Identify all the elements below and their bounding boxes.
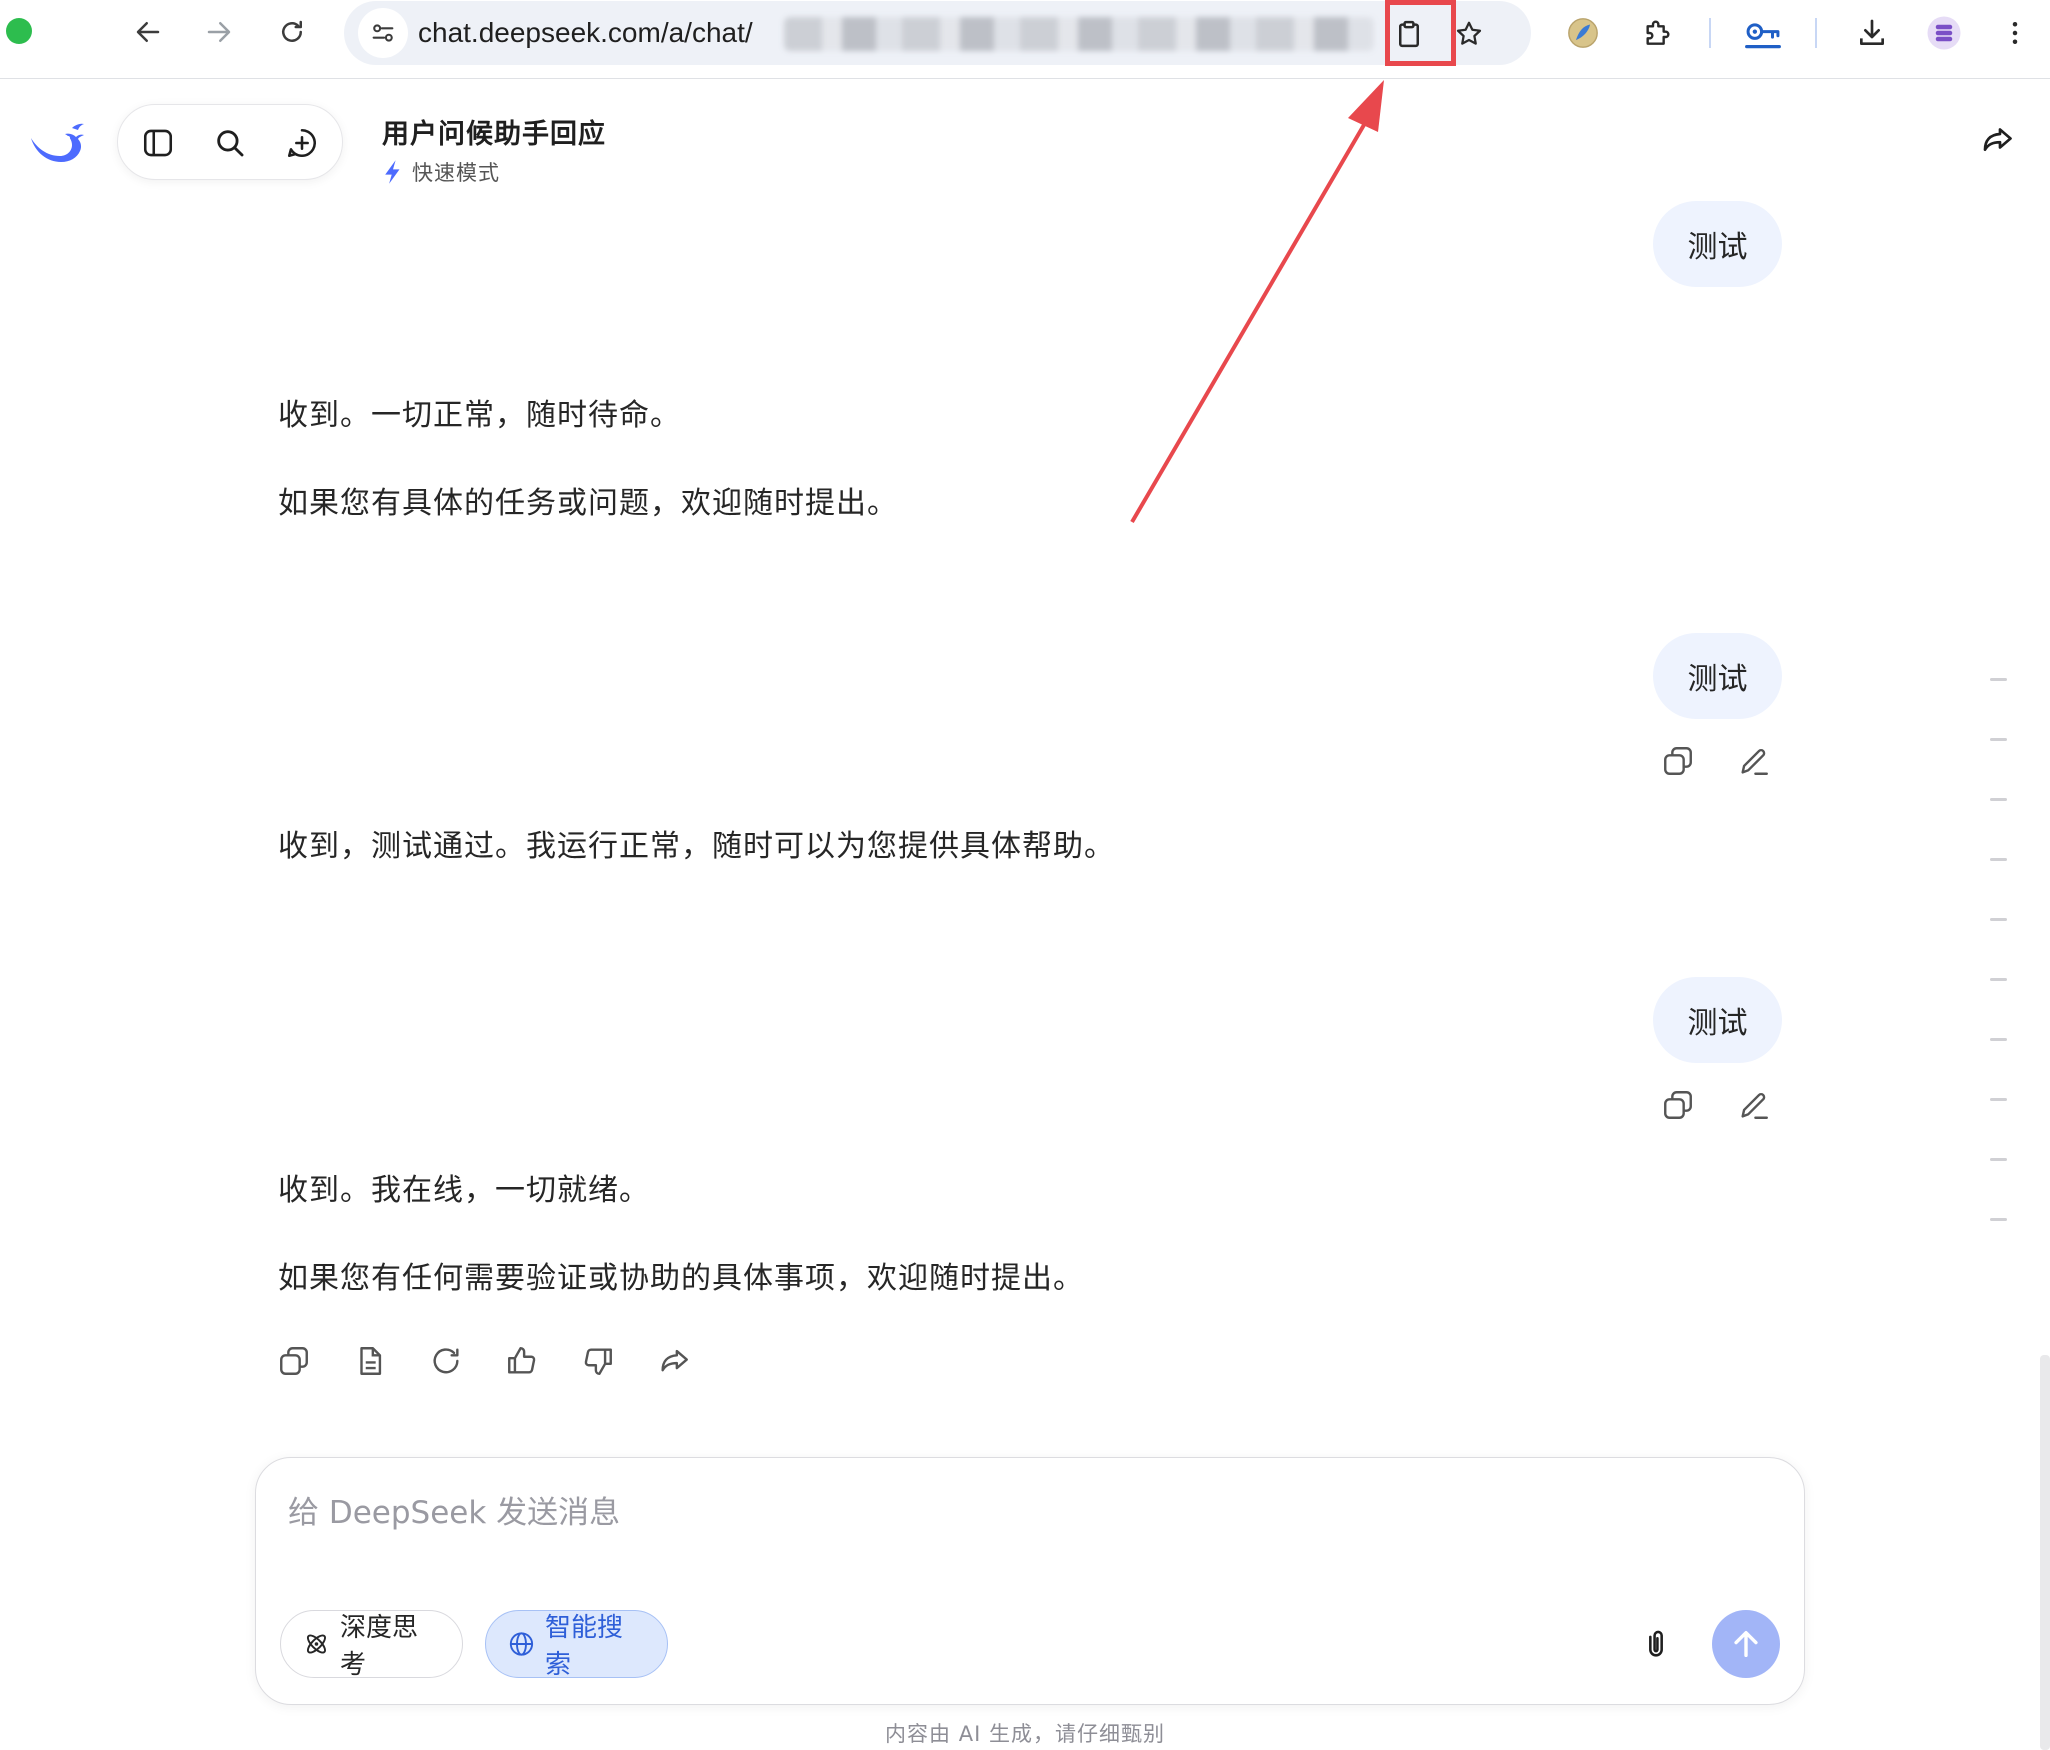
timeline-tick[interactable] xyxy=(1990,1218,2007,1221)
paperclip-icon xyxy=(1649,1630,1663,1657)
deepseek-logo[interactable] xyxy=(28,118,86,168)
timeline-tick[interactable] xyxy=(1990,1038,2007,1041)
edit-message-button[interactable] xyxy=(1732,1083,1776,1127)
password-manager-button[interactable] xyxy=(1738,9,1788,57)
deep-think-label: 深度思考 xyxy=(339,1613,418,1680)
timeline-tick[interactable] xyxy=(1990,978,2007,981)
atom-icon xyxy=(306,1634,326,1654)
message-input[interactable] xyxy=(288,1488,1688,1538)
ai-disclaimer: 内容由 AI 生成，请仔细甄别 xyxy=(885,1722,1165,1746)
share-response-button[interactable] xyxy=(652,1339,696,1383)
scrollbar[interactable] xyxy=(2040,1355,2050,1750)
annotation-highlight-box xyxy=(1385,0,1456,66)
assistant-message-line: 收到。一切正常，随时待命。 xyxy=(278,398,681,433)
reload-button[interactable] xyxy=(268,11,316,53)
edit-icon xyxy=(1741,749,1768,775)
lightning-icon xyxy=(385,160,400,184)
extension-button[interactable] xyxy=(1558,9,1608,57)
copy-icon xyxy=(1664,1091,1692,1119)
download-icon xyxy=(1860,19,1884,45)
url-text[interactable]: chat.deepseek.com/a/chat/ xyxy=(418,13,753,53)
tune-icon xyxy=(372,24,394,42)
site-info-button[interactable] xyxy=(358,8,408,58)
arrow-up-icon xyxy=(1734,1630,1758,1658)
blurred-url-segment xyxy=(784,17,1374,51)
dislike-button[interactable] xyxy=(576,1339,620,1383)
forward-button[interactable] xyxy=(195,11,243,53)
new-chat-button[interactable] xyxy=(280,121,324,165)
browser-toolbar: chat.deepseek.com/a/chat/ xyxy=(0,0,2050,79)
timeline-tick[interactable] xyxy=(1990,678,2007,681)
assistant-message-line: 收到，测试通过。我运行正常，随时可以为您提供具体帮助。 xyxy=(278,829,1115,864)
deep-think-toggle[interactable]: 深度思考 xyxy=(280,1610,463,1680)
back-button[interactable] xyxy=(124,11,172,53)
share-icon xyxy=(661,1349,688,1372)
user-message[interactable]: 测试 xyxy=(1653,633,1782,719)
copy-message-button[interactable] xyxy=(1656,739,1700,783)
header-tools-group xyxy=(117,104,343,180)
timeline-tick[interactable] xyxy=(1990,918,2007,921)
smart-search-label: 智能搜索 xyxy=(544,1613,623,1680)
window-zoom-button[interactable] xyxy=(6,18,32,44)
like-button[interactable] xyxy=(500,1339,544,1383)
timeline-tick[interactable] xyxy=(1990,1158,2007,1161)
toolbar-separator xyxy=(1709,18,1711,48)
attach-file-button[interactable] xyxy=(1634,1622,1678,1666)
sidebar-icon xyxy=(143,129,173,157)
regenerate-icon xyxy=(433,1348,459,1374)
reload-icon xyxy=(282,20,302,42)
address-bar[interactable]: chat.deepseek.com/a/chat/ xyxy=(344,1,1531,65)
send-button[interactable] xyxy=(1712,1610,1780,1678)
arrow-right-icon xyxy=(207,22,231,42)
assistant-message-line: 收到。我在线，一切就绪。 xyxy=(278,1173,650,1208)
copy-message-button[interactable] xyxy=(1656,1083,1700,1127)
timeline-tick[interactable] xyxy=(1990,858,2007,861)
puzzle-icon xyxy=(1646,20,1670,45)
copy-response-button[interactable] xyxy=(272,1339,316,1383)
document-icon xyxy=(360,1347,382,1375)
colorful-sphere-extension-icon xyxy=(1568,18,1598,48)
thumbs-down-icon xyxy=(584,1348,612,1375)
copy-icon xyxy=(1664,747,1692,775)
message-composer: 深度思考 智能搜索 xyxy=(255,1457,1805,1705)
sidebar-toggle-button[interactable] xyxy=(136,121,180,165)
smart-search-toggle[interactable]: 智能搜索 xyxy=(485,1610,668,1680)
kebab-menu-icon xyxy=(2012,22,2018,44)
key-icon xyxy=(1745,23,1781,49)
stack-avatar-icon xyxy=(1927,16,1961,50)
assistant-message-line: 如果您有任何需要验证或协助的具体事项，欢迎随时提出。 xyxy=(278,1261,1084,1296)
downloads-button[interactable] xyxy=(1847,9,1897,57)
chat-title[interactable]: 用户问候助手回应 xyxy=(382,117,606,153)
profile-button[interactable] xyxy=(1919,9,1969,57)
assistant-message-line: 如果您有具体的任务或问题，欢迎随时提出。 xyxy=(278,486,898,521)
export-document-button[interactable] xyxy=(348,1339,392,1383)
user-message[interactable]: 测试 xyxy=(1653,977,1782,1063)
search-chats-button[interactable] xyxy=(208,121,252,165)
deepseek-whale-logo xyxy=(31,123,84,162)
user-message[interactable]: 测试 xyxy=(1653,201,1782,287)
edit-message-button[interactable] xyxy=(1732,739,1776,783)
chat-mode-indicator: 快速模式 xyxy=(382,157,500,187)
timeline-tick[interactable] xyxy=(1990,1098,2007,1101)
browser-menu-button[interactable] xyxy=(1990,9,2040,57)
toolbar-separator xyxy=(1815,18,1817,48)
new-chat-icon xyxy=(287,128,316,158)
thumbs-up-icon xyxy=(508,1347,536,1374)
star-icon xyxy=(1456,21,1482,45)
timeline-tick[interactable] xyxy=(1990,798,2007,801)
regenerate-button[interactable] xyxy=(424,1339,468,1383)
timeline-tick[interactable] xyxy=(1990,738,2007,741)
share-chat-button[interactable] xyxy=(1975,118,2019,162)
globe-icon xyxy=(509,1632,534,1656)
mode-label: 快速模式 xyxy=(412,161,500,185)
edit-icon xyxy=(1741,1093,1768,1119)
share-icon xyxy=(1983,128,2012,152)
extensions-button[interactable] xyxy=(1632,9,1682,57)
arrow-left-icon xyxy=(136,22,160,42)
copy-icon xyxy=(280,1347,308,1375)
search-icon xyxy=(217,130,244,157)
